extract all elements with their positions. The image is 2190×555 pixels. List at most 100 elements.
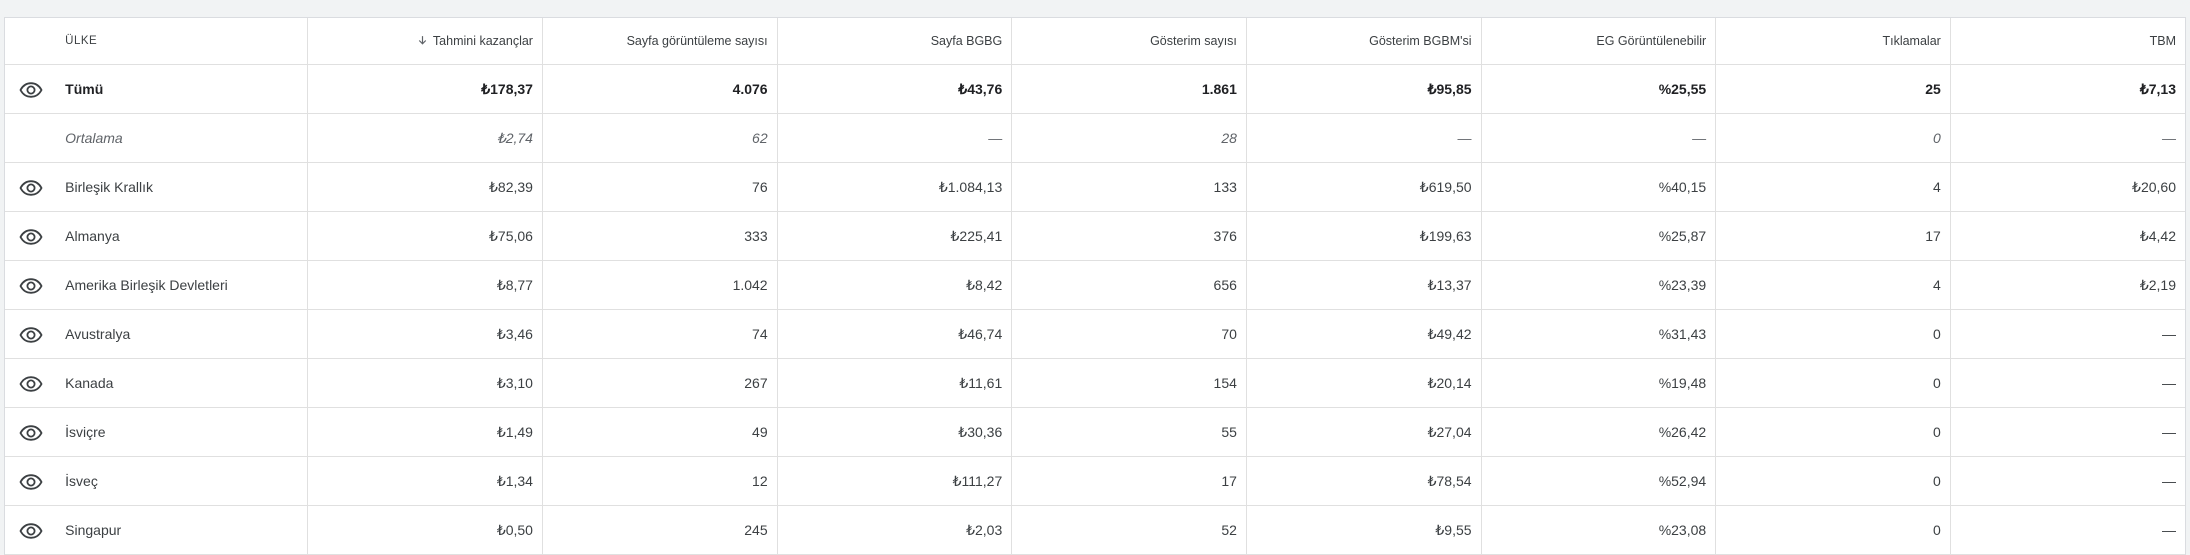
eye-toggle-total[interactable]	[5, 64, 58, 114]
header-pageviews[interactable]: Sayfa görüntüleme sayısı	[542, 18, 778, 65]
cell-cpc: —	[1950, 456, 2185, 506]
eye-icon	[19, 179, 43, 196]
eye-toggle[interactable]	[5, 505, 58, 555]
cell-impression-rpm: ₺49,42	[1246, 309, 1482, 359]
country-report-table-container: ÜLKE Tahmini kazançlar Sayfa görüntüleme…	[4, 17, 2186, 555]
cell-page-rpm: ₺11,61	[777, 358, 1013, 408]
cell-earnings: ₺1,49	[307, 407, 543, 457]
header-impression-rpm[interactable]: Gösterim BGBM'si	[1246, 18, 1482, 65]
cell-viewable: %40,15	[1481, 162, 1717, 212]
cell-clicks: 0	[1715, 407, 1951, 457]
header-cpc[interactable]: TBM	[1950, 18, 2185, 65]
total-country: Tümü	[57, 64, 309, 114]
table-row: Birleşik Krallık ₺82,39 76 ₺1.084,13 133 ₺619…	[5, 162, 2185, 212]
cell-impression-rpm: ₺9,55	[1246, 505, 1482, 555]
cell-clicks: 0	[1715, 358, 1951, 408]
header-clicks[interactable]: Tıklamalar	[1715, 18, 1951, 65]
average-clicks: 0	[1715, 113, 1951, 163]
total-viewable: %25,55	[1481, 64, 1717, 114]
eye-icon	[19, 473, 43, 490]
eye-toggle[interactable]	[5, 162, 58, 212]
cell-clicks: 0	[1715, 456, 1951, 506]
cell-pageviews: 1.042	[542, 260, 778, 310]
cell-impression-rpm: ₺20,14	[1246, 358, 1482, 408]
cell-impressions: 376	[1011, 211, 1247, 261]
cell-earnings: ₺0,50	[307, 505, 543, 555]
cell-viewable: %23,39	[1481, 260, 1717, 310]
cell-cpc: —	[1950, 309, 2185, 359]
cell-country: İsviçre	[57, 407, 309, 457]
cell-viewable: %52,94	[1481, 456, 1717, 506]
header-page-rpm[interactable]: Sayfa BGBG	[777, 18, 1013, 65]
cell-country: Almanya	[57, 211, 309, 261]
eye-icon	[19, 375, 43, 392]
header-viewable[interactable]: EG Görüntülenebilir	[1481, 18, 1717, 65]
eye-toggle[interactable]	[5, 260, 58, 310]
cell-impression-rpm: ₺619,50	[1246, 162, 1482, 212]
table-row: Almanya ₺75,06 333 ₺225,41 376 ₺199,63 %25,87 1…	[5, 211, 2185, 261]
table-row: Singapur ₺0,50 245 ₺2,03 52 ₺9,55 %23,08 0—	[5, 505, 2185, 555]
cell-pageviews: 245	[542, 505, 778, 555]
cell-pageviews: 12	[542, 456, 778, 506]
average-eye-cell	[5, 113, 58, 163]
cell-impression-rpm: ₺199,63	[1246, 211, 1482, 261]
header-country[interactable]: ÜLKE	[57, 18, 309, 65]
eye-icon	[19, 326, 43, 343]
header-eye-column	[5, 18, 58, 65]
cell-page-rpm: ₺8,42	[777, 260, 1013, 310]
cell-country: Kanada	[57, 358, 309, 408]
cell-pageviews: 267	[542, 358, 778, 408]
table-row: İsviçre ₺1,49 49 ₺30,36 55 ₺27,04 %26,42 0—	[5, 407, 2185, 457]
average-cpc: —	[1950, 113, 2185, 163]
eye-icon	[19, 277, 43, 294]
cell-page-rpm: ₺46,74	[777, 309, 1013, 359]
cell-page-rpm: ₺225,41	[777, 211, 1013, 261]
total-impression-rpm: ₺95,85	[1246, 64, 1482, 114]
cell-cpc: ₺20,60	[1950, 162, 2185, 212]
cell-page-rpm: ₺2,03	[777, 505, 1013, 555]
cell-pageviews: 49	[542, 407, 778, 457]
total-cpc: ₺7,13	[1950, 64, 2185, 114]
cell-clicks: 4	[1715, 260, 1951, 310]
cell-impressions: 52	[1011, 505, 1247, 555]
arrow-down-icon	[418, 36, 427, 45]
table-row: Amerika Birleşik Devletleri ₺8,77 1.042 ₺8,…	[5, 260, 2185, 310]
eye-icon	[19, 81, 43, 98]
header-earnings[interactable]: Tahmini kazançlar	[307, 18, 543, 65]
cell-impression-rpm: ₺27,04	[1246, 407, 1482, 457]
average-pageviews: 62	[542, 113, 778, 163]
cell-earnings: ₺3,10	[307, 358, 543, 408]
total-earnings: ₺178,37	[307, 64, 543, 114]
cell-pageviews: 74	[542, 309, 778, 359]
cell-impressions: 70	[1011, 309, 1247, 359]
eye-toggle[interactable]	[5, 407, 58, 457]
average-page-rpm: —	[777, 113, 1013, 163]
cell-earnings: ₺75,06	[307, 211, 543, 261]
eye-toggle[interactable]	[5, 309, 58, 359]
cell-country: Amerika Birleşik Devletleri	[57, 260, 309, 310]
header-earnings-label: Tahmini kazançlar	[432, 34, 533, 48]
cell-impressions: 656	[1011, 260, 1247, 310]
eye-toggle[interactable]	[5, 358, 58, 408]
average-impression-rpm: —	[1246, 113, 1482, 163]
cell-pageviews: 333	[542, 211, 778, 261]
eye-icon	[19, 424, 43, 441]
total-impressions: 1.861	[1011, 64, 1247, 114]
cell-cpc: —	[1950, 358, 2185, 408]
eye-toggle[interactable]	[5, 211, 58, 261]
average-impressions: 28	[1011, 113, 1247, 163]
header-impressions[interactable]: Gösterim sayısı	[1011, 18, 1247, 65]
table-row-total: Tümü ₺178,37 4.076 ₺43,76 1.861 ₺95,85 %…	[5, 64, 2185, 114]
cell-clicks: 0	[1715, 505, 1951, 555]
average-viewable: —	[1481, 113, 1717, 163]
cell-impression-rpm: ₺13,37	[1246, 260, 1482, 310]
cell-impressions: 154	[1011, 358, 1247, 408]
table-row: İsveç ₺1,34 12 ₺111,27 17 ₺78,54 %52,94 0—	[5, 456, 2185, 506]
cell-earnings: ₺3,46	[307, 309, 543, 359]
average-country: Ortalama	[57, 113, 309, 163]
cell-earnings: ₺1,34	[307, 456, 543, 506]
cell-pageviews: 76	[542, 162, 778, 212]
cell-page-rpm: ₺30,36	[777, 407, 1013, 457]
cell-cpc: ₺4,42	[1950, 211, 2185, 261]
eye-toggle[interactable]	[5, 456, 58, 506]
